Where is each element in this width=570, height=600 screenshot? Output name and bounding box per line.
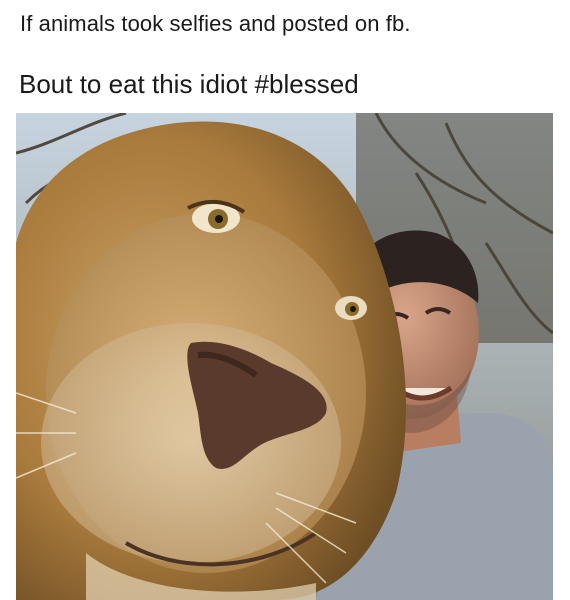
lion-eye-right [335,296,367,320]
selfie-illustration [16,113,553,600]
post-status-text: Bout to eat this idiot #blessed [19,69,359,99]
meme-headline: If animals took selfies and posted on fb… [20,11,411,36]
selfie-photo [16,113,553,600]
